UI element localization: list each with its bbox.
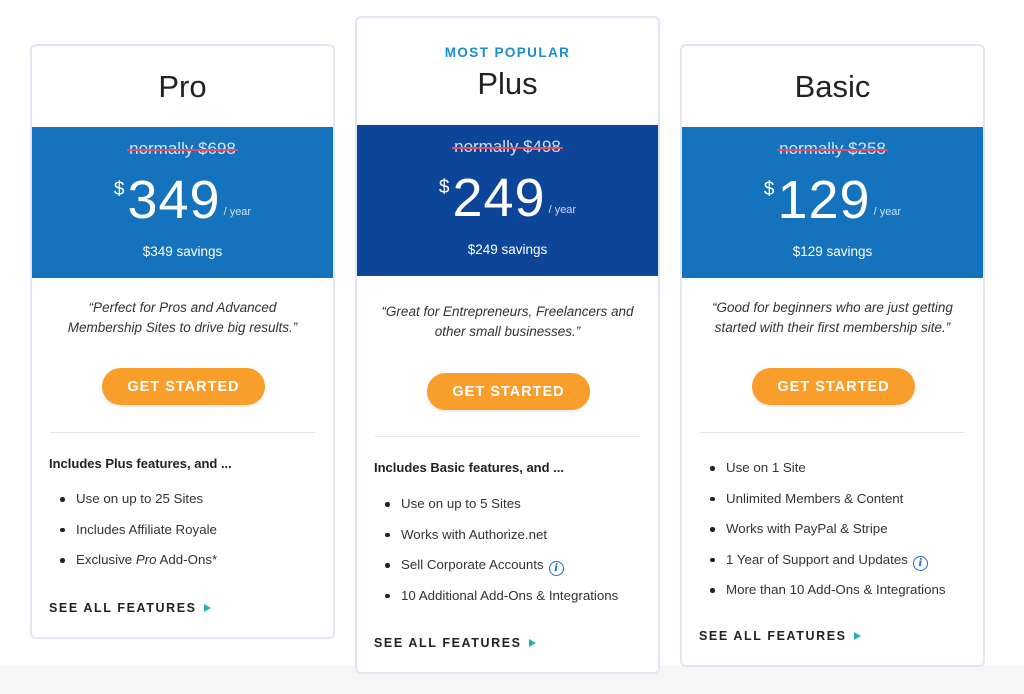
bullet-icon — [385, 563, 390, 568]
bullet-icon — [710, 588, 715, 593]
currency-symbol: $ — [113, 179, 125, 200]
price-period: / year — [548, 204, 577, 216]
savings-text: $249 savings — [467, 242, 548, 257]
get-started-button[interactable]: GET STARTED — [752, 368, 915, 405]
price: $ 349 / year — [32, 173, 333, 227]
bullet-icon — [385, 532, 390, 537]
price-amount: 129 — [777, 170, 871, 230]
bullet-icon — [385, 502, 390, 507]
bullet-icon — [710, 527, 715, 532]
price: $ 129 / year — [682, 173, 983, 227]
bullet-icon — [710, 496, 715, 501]
list-item: 10 Additional Add-Ons & Integrations — [381, 587, 648, 618]
currency-symbol: $ — [763, 179, 775, 200]
list-item: More than 10 Add-Ons & Integrations — [706, 581, 973, 612]
see-all-features-link[interactable]: SEE ALL FEATURES — [699, 629, 861, 643]
see-all-features-link[interactable]: SEE ALL FEATURES — [49, 601, 211, 615]
plan-quote: “Great for Entrepreneurs, Freelancers an… — [381, 304, 634, 339]
price-amount: 349 — [127, 170, 221, 230]
info-icon[interactable]: i — [548, 561, 564, 576]
price-period: / year — [223, 206, 252, 218]
plan-card-pro: Pro normally $698 $ 349 / year $349 savi… — [30, 44, 335, 639]
original-price: normally $258 — [777, 139, 888, 158]
original-price: normally $498 — [452, 137, 563, 156]
list-item: Includes Affiliate Royale — [56, 521, 323, 552]
feature-list: Use on up to 5 Sites Works with Authoriz… — [381, 495, 648, 617]
bullet-icon — [710, 557, 715, 562]
savings-text: $129 savings — [792, 244, 873, 259]
plan-title: Plus — [477, 66, 538, 101]
price: $ 249 / year — [357, 171, 658, 225]
list-item: Use on up to 25 Sites — [56, 490, 323, 521]
includes-heading: Includes Basic features, and ... — [374, 460, 565, 475]
feature-list: Use on up to 25 Sites Includes Affiliate… — [56, 490, 323, 582]
plan-title: Pro — [158, 69, 207, 104]
arrow-right-icon — [528, 639, 536, 647]
plan-quote: “Good for beginners who are just getting… — [712, 300, 953, 335]
bullet-icon — [60, 527, 65, 532]
get-started-button[interactable]: GET STARTED — [427, 373, 590, 410]
list-item: 1 Year of Support and Updates i — [706, 551, 973, 582]
list-item: Use on 1 Site — [706, 459, 973, 490]
price-band: normally $698 $ 349 / year $349 savings — [32, 127, 333, 278]
most-popular-badge: MOST POPULAR — [444, 45, 571, 60]
plan-quote: “Perfect for Pros and Advanced Membershi… — [67, 300, 298, 335]
plan-card-plus: MOST POPULAR Plus normally $498 $ 249 / … — [355, 16, 660, 674]
price-amount: 249 — [452, 168, 546, 228]
bullet-icon — [60, 558, 65, 563]
list-item: Unlimited Members & Content — [706, 490, 973, 521]
price-period: / year — [873, 206, 902, 218]
bullet-icon — [710, 466, 715, 471]
currency-symbol: $ — [438, 177, 450, 198]
price-band: normally $498 $ 249 / year $249 savings — [357, 125, 658, 276]
divider — [50, 432, 315, 433]
plan-card-basic: Basic normally $258 $ 129 / year $129 sa… — [680, 44, 985, 667]
list-item: Sell Corporate Accounts i — [381, 556, 648, 587]
info-icon[interactable]: i — [912, 555, 928, 571]
price-band: normally $258 $ 129 / year $129 savings — [682, 127, 983, 278]
list-item: Exclusive Pro Add-Ons* — [56, 551, 323, 582]
get-started-button[interactable]: GET STARTED — [102, 368, 265, 405]
original-price: normally $698 — [127, 139, 238, 158]
plan-title: Basic — [794, 69, 871, 104]
divider — [700, 432, 965, 433]
savings-text: $349 savings — [142, 244, 223, 259]
divider — [375, 436, 640, 437]
see-all-features-link[interactable]: SEE ALL FEATURES — [374, 636, 536, 650]
bullet-icon — [60, 497, 65, 502]
arrow-right-icon — [853, 632, 861, 640]
bullet-icon — [385, 593, 390, 598]
list-item: Use on up to 5 Sites — [381, 495, 648, 526]
list-item: Works with PayPal & Stripe — [706, 520, 973, 551]
feature-list: Use on 1 Site Unlimited Members & Conten… — [706, 459, 973, 612]
includes-heading: Includes Plus features, and ... — [49, 456, 232, 471]
arrow-right-icon — [203, 604, 211, 612]
list-item: Works with Authorize.net — [381, 526, 648, 557]
